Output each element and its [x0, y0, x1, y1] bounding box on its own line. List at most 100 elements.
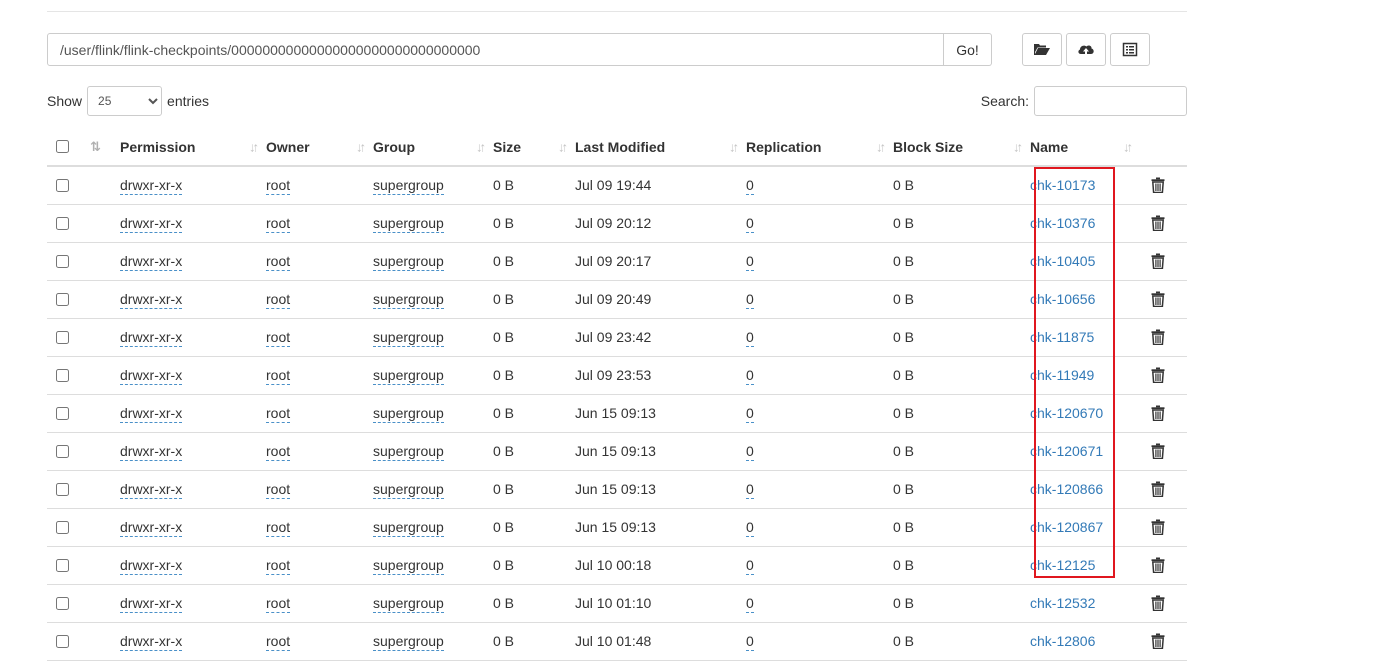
owner-value[interactable]: root [266, 595, 291, 613]
select-all-checkbox[interactable] [56, 140, 69, 153]
replication-value[interactable]: 0 [746, 443, 754, 461]
file-name-link[interactable]: chk-10173 [1030, 177, 1095, 193]
owner-value[interactable]: root [266, 367, 291, 385]
sort-icon[interactable]: ⇅ [90, 139, 101, 155]
owner-value[interactable]: root [266, 443, 291, 461]
trash-icon[interactable] [1151, 595, 1165, 611]
group-value[interactable]: supergroup [373, 291, 444, 309]
group-value[interactable]: supergroup [373, 367, 444, 385]
replication-value[interactable]: 0 [746, 557, 754, 575]
go-button[interactable]: Go! [944, 33, 992, 66]
file-name-link[interactable]: chk-120671 [1030, 443, 1103, 459]
owner-value[interactable]: root [266, 291, 291, 309]
group-value[interactable]: supergroup [373, 329, 444, 347]
group-value[interactable]: supergroup [373, 405, 444, 423]
permission-value[interactable]: drwxr-xr-x [120, 291, 183, 309]
owner-value[interactable]: root [266, 633, 291, 651]
group-value[interactable]: supergroup [373, 215, 444, 233]
replication-value[interactable]: 0 [746, 291, 754, 309]
file-name-link[interactable]: chk-10376 [1030, 215, 1095, 231]
file-name-link[interactable]: chk-12532 [1030, 595, 1095, 611]
group-value[interactable]: supergroup [373, 519, 444, 537]
replication-value[interactable]: 0 [746, 481, 754, 499]
replication-value[interactable]: 0 [746, 633, 754, 651]
row-checkbox[interactable] [56, 596, 69, 610]
row-checkbox[interactable] [56, 254, 69, 268]
owner-value[interactable]: root [266, 253, 291, 271]
column-header-name[interactable]: Name ↓↑ [1030, 128, 1140, 167]
replication-value[interactable]: 0 [746, 367, 754, 385]
file-name-link[interactable]: chk-120867 [1030, 519, 1103, 535]
group-value[interactable]: supergroup [373, 633, 444, 651]
row-checkbox[interactable] [56, 292, 69, 306]
permission-value[interactable]: drwxr-xr-x [120, 329, 183, 347]
permission-value[interactable]: drwxr-xr-x [120, 215, 183, 233]
trash-icon[interactable] [1151, 177, 1165, 194]
owner-value[interactable]: root [266, 481, 291, 499]
row-checkbox[interactable] [56, 634, 69, 648]
cut-paste-list-button[interactable] [1110, 33, 1150, 66]
permission-value[interactable]: drwxr-xr-x [120, 519, 183, 537]
permission-value[interactable]: drwxr-xr-x [120, 633, 183, 651]
trash-icon[interactable] [1151, 253, 1165, 269]
owner-value[interactable]: root [266, 405, 291, 423]
replication-value[interactable]: 0 [746, 595, 754, 613]
row-checkbox[interactable] [56, 406, 69, 420]
row-checkbox[interactable] [56, 558, 69, 572]
trash-icon[interactable] [1151, 215, 1165, 231]
column-header-group[interactable]: Group ↓↑ [373, 128, 493, 167]
file-name-link[interactable]: chk-12125 [1030, 557, 1095, 573]
row-checkbox[interactable] [56, 520, 69, 534]
replication-value[interactable]: 0 [746, 329, 754, 347]
owner-value[interactable]: root [266, 215, 291, 233]
group-value[interactable]: supergroup [373, 595, 444, 613]
owner-value[interactable]: root [266, 519, 291, 537]
permission-value[interactable]: drwxr-xr-x [120, 557, 183, 575]
trash-icon[interactable] [1151, 481, 1165, 497]
path-input[interactable] [47, 33, 944, 66]
permission-value[interactable]: drwxr-xr-x [120, 253, 183, 271]
file-name-link[interactable]: chk-120866 [1030, 481, 1103, 497]
row-checkbox[interactable] [56, 216, 69, 230]
replication-value[interactable]: 0 [746, 215, 754, 233]
group-value[interactable]: supergroup [373, 177, 444, 196]
row-checkbox[interactable] [56, 330, 69, 344]
row-checkbox[interactable] [56, 368, 69, 382]
column-header-permission[interactable]: Permission ↓↑ [120, 128, 266, 167]
group-value[interactable]: supergroup [373, 253, 444, 271]
trash-icon[interactable] [1151, 519, 1165, 535]
file-name-link[interactable]: chk-10656 [1030, 291, 1095, 307]
create-directory-button[interactable] [1022, 33, 1062, 66]
row-checkbox[interactable] [56, 178, 69, 192]
column-header-owner[interactable]: Owner ↓↑ [266, 128, 373, 167]
group-value[interactable]: supergroup [373, 557, 444, 575]
file-name-link[interactable]: chk-11949 [1030, 367, 1094, 383]
column-header-last-modified[interactable]: Last Modified ↓↑ [575, 128, 746, 167]
trash-icon[interactable] [1151, 557, 1165, 573]
trash-icon[interactable] [1151, 329, 1165, 345]
column-header-replication[interactable]: Replication ↓↑ [746, 128, 893, 167]
entries-per-page-select[interactable]: 25 [87, 86, 163, 116]
row-checkbox[interactable] [56, 482, 69, 496]
row-checkbox[interactable] [56, 444, 69, 458]
permission-value[interactable]: drwxr-xr-x [120, 405, 183, 423]
replication-value[interactable]: 0 [746, 519, 754, 537]
upload-button[interactable] [1066, 33, 1106, 66]
permission-value[interactable]: drwxr-xr-x [120, 443, 183, 461]
replication-value[interactable]: 0 [746, 177, 754, 196]
group-value[interactable]: supergroup [373, 481, 444, 499]
file-name-link[interactable]: chk-10405 [1030, 253, 1095, 269]
file-name-link[interactable]: chk-120670 [1030, 405, 1103, 421]
trash-icon[interactable] [1151, 367, 1165, 383]
search-input[interactable] [1034, 86, 1187, 116]
file-name-link[interactable]: chk-11875 [1030, 329, 1094, 345]
column-header-block-size[interactable]: Block Size ↓↑ [893, 128, 1030, 167]
trash-icon[interactable] [1151, 405, 1165, 421]
replication-value[interactable]: 0 [746, 253, 754, 271]
permission-value[interactable]: drwxr-xr-x [120, 481, 183, 499]
permission-value[interactable]: drwxr-xr-x [120, 595, 183, 613]
trash-icon[interactable] [1151, 443, 1165, 459]
permission-value[interactable]: drwxr-xr-x [120, 367, 183, 385]
column-header-size[interactable]: Size ↓↑ [493, 128, 575, 167]
owner-value[interactable]: root [266, 329, 291, 347]
